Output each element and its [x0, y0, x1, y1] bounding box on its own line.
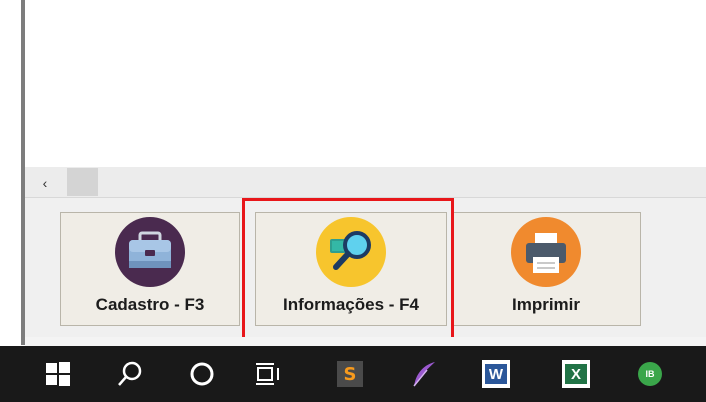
search-icon	[118, 361, 142, 386]
toolbox-icon	[115, 217, 185, 287]
feather-icon	[413, 362, 435, 387]
status-strip	[25, 337, 706, 346]
excel-icon: X	[562, 360, 590, 388]
scroll-left-arrow-icon[interactable]: ‹	[38, 176, 52, 190]
word-app[interactable]: W	[474, 346, 518, 402]
scrollbar-thumb[interactable]	[67, 168, 98, 196]
ibexpert-app[interactable]: IB	[628, 346, 672, 402]
imprimir-button-label: Imprimir	[511, 295, 581, 314]
sublime-text-app[interactable]: S	[328, 346, 372, 402]
windows-logo-icon	[46, 362, 70, 386]
excel-app[interactable]: X	[554, 346, 598, 402]
sublime-text-icon: S	[337, 361, 363, 387]
task-view-button[interactable]	[246, 346, 290, 402]
ibexpert-icon: IB	[638, 362, 662, 386]
cadastro-button[interactable]: Cadastro - F3	[60, 212, 240, 326]
cortana-button[interactable]	[180, 346, 224, 402]
imprimir-button[interactable]: Imprimir	[451, 212, 641, 326]
printer-icon	[511, 217, 581, 287]
highlight-box	[242, 198, 454, 340]
word-icon: W	[482, 360, 510, 388]
search-button[interactable]	[108, 346, 152, 402]
quill-app[interactable]	[402, 346, 446, 402]
cortana-icon	[190, 362, 214, 386]
start-button[interactable]	[36, 346, 80, 402]
horizontal-scrollbar[interactable]	[25, 167, 706, 197]
task-view-icon	[256, 363, 279, 385]
sublime-text-letter: S	[343, 363, 357, 385]
excel-letter: X	[570, 365, 581, 383]
ibexpert-letter: IB	[645, 369, 655, 379]
cadastro-button-label: Cadastro - F3	[95, 295, 205, 314]
word-letter: W	[488, 365, 504, 383]
window-content-area	[0, 0, 706, 167]
